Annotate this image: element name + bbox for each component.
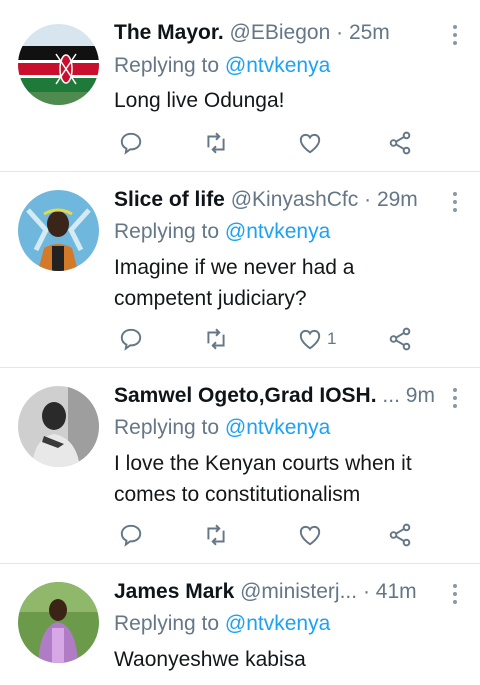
timestamp[interactable]: 25m	[349, 21, 390, 44]
reply-button[interactable]	[118, 128, 144, 158]
mention-link[interactable]: @ntvkenya	[225, 416, 330, 439]
tweet-text: I love the Kenyan courts when it comes t…	[114, 452, 412, 506]
tweet-header: James Mark @ministerj... · 41m	[114, 580, 417, 603]
like-icon	[299, 329, 321, 350]
retweet-icon	[207, 132, 225, 154]
reply-icon	[120, 524, 142, 547]
like-button[interactable]: 1	[297, 324, 336, 354]
tweet-text: Imagine if we never had a competent judi…	[114, 256, 355, 310]
more-icon[interactable]	[452, 388, 458, 412]
timestamp[interactable]: 41m	[376, 580, 417, 603]
user-handle[interactable]: ...	[382, 384, 400, 407]
mention-link[interactable]: @ntvkenya	[225, 220, 330, 243]
tweet[interactable]: The Mayor. @EBiegon · 25m Replying to @n…	[0, 0, 480, 172]
display-name[interactable]: The Mayor.	[114, 21, 224, 44]
tweet-header: The Mayor. @EBiegon · 25m	[114, 21, 390, 44]
display-name[interactable]: James Mark	[114, 580, 234, 603]
like-count: 1	[327, 329, 337, 348]
replying-to: Replying to @ntvkenya	[114, 612, 331, 635]
reply-icon	[120, 132, 142, 155]
like-button[interactable]	[297, 520, 327, 550]
replying-to: Replying to @ntvkenya	[114, 54, 331, 77]
tweet-text: Long live Odunga!	[114, 89, 285, 112]
reply-icon	[120, 328, 142, 351]
like-icon	[299, 525, 321, 546]
like-button[interactable]	[297, 128, 327, 158]
tweet[interactable]: Slice of life @KinyashCfc · 29m Replying…	[0, 172, 480, 368]
mention-link[interactable]: @ntvkenya	[225, 54, 330, 77]
display-name[interactable]: Samwel Ogeto,Grad IOSH.	[114, 384, 377, 407]
like-icon	[299, 133, 321, 154]
retweet-button[interactable]	[203, 324, 229, 354]
mention-link[interactable]: @ntvkenya	[225, 612, 330, 635]
user-handle[interactable]: @KinyashCfc	[231, 188, 359, 211]
retweet-button[interactable]	[203, 128, 229, 158]
avatar[interactable]	[18, 24, 99, 105]
timestamp[interactable]: 9m	[406, 384, 435, 407]
tweet[interactable]: James Mark @ministerj... · 41m Replying …	[0, 564, 480, 685]
share-icon	[389, 327, 411, 351]
tweet-header: Samwel Ogeto,Grad IOSH. ... 9m	[114, 382, 440, 410]
reply-button[interactable]	[118, 520, 144, 550]
user-handle[interactable]: @EBiegon	[230, 21, 331, 44]
tweet-actions	[114, 128, 414, 158]
share-button[interactable]	[387, 520, 413, 550]
avatar[interactable]	[18, 582, 99, 663]
user-handle[interactable]: @ministerj...	[240, 580, 357, 603]
share-icon	[389, 523, 411, 547]
more-icon[interactable]	[452, 584, 458, 608]
retweet-button[interactable]	[203, 520, 229, 550]
avatar[interactable]	[18, 190, 99, 271]
share-button[interactable]	[387, 324, 413, 354]
replying-to: Replying to @ntvkenya	[114, 416, 331, 439]
tweet[interactable]: Samwel Ogeto,Grad IOSH. ... 9m Replying …	[0, 368, 480, 564]
timestamp[interactable]: 29m	[377, 188, 418, 211]
tweet-text: Waonyeshwe kabisa	[114, 648, 306, 671]
display-name[interactable]: Slice of life	[114, 188, 225, 211]
retweet-icon	[207, 328, 225, 350]
replying-to: Replying to @ntvkenya	[114, 220, 331, 243]
tweet-actions	[114, 520, 414, 550]
retweet-icon	[207, 524, 225, 546]
more-icon[interactable]	[452, 192, 458, 216]
avatar[interactable]	[18, 386, 99, 467]
more-icon[interactable]	[452, 25, 458, 49]
tweet-header: Slice of life @KinyashCfc · 29m	[114, 188, 418, 211]
share-button[interactable]	[387, 128, 413, 158]
share-icon	[389, 131, 411, 155]
tweet-actions: 1	[114, 324, 414, 354]
reply-button[interactable]	[118, 324, 144, 354]
